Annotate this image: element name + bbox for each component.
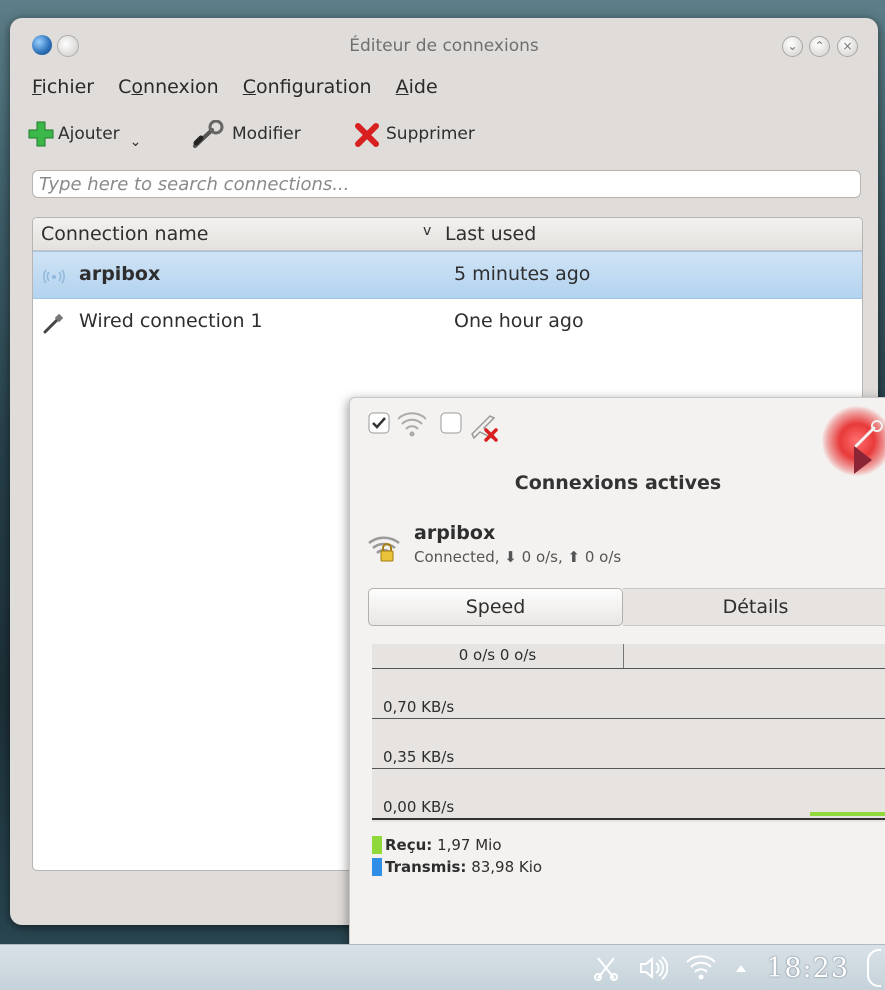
edit-button[interactable]: Modifier [192, 114, 301, 154]
active-connection-status: Connected, ⬇ 0 o/s, ⬆ 0 o/s [414, 548, 622, 566]
settings-wrench-icon[interactable] [850, 420, 885, 474]
close-button[interactable]: × [837, 36, 858, 57]
wrench-icon [193, 120, 224, 148]
taskbar: 18:23 [0, 944, 885, 990]
maximize-button[interactable]: ⌃ [809, 36, 830, 57]
sort-indicator: v [423, 223, 432, 239]
graph-label: 0,00 KB/s [383, 798, 455, 816]
wifi-secure-icon [367, 529, 403, 567]
system-tray: 18:23 [592, 949, 885, 987]
column-header-last-used[interactable]: Last used [445, 223, 536, 245]
menu-connexion[interactable]: Connexion [118, 76, 219, 98]
wifi-icon [398, 412, 426, 437]
graph-label: 0,70 KB/s [383, 698, 455, 716]
network-wifi-icon[interactable] [686, 955, 716, 981]
graph-baseline [372, 818, 885, 820]
active-connection-name[interactable]: arpibox [414, 522, 495, 544]
table-row[interactable]: arpibox 5 minutes ago [33, 251, 862, 299]
tab-speed[interactable]: Speed [368, 588, 623, 626]
column-header-name[interactable]: Connection name [41, 223, 208, 245]
desktop-toolbox-button[interactable] [867, 949, 881, 987]
delete-button[interactable]: Supprimer [354, 114, 475, 154]
table-row[interactable]: Wired connection 1 One hour ago [33, 299, 862, 345]
wireless-icon [43, 265, 65, 292]
traffic-graph: 0 o/s 0 o/s 0,70 KB/s 0,35 KB/s 0,00 KB/… [372, 644, 885, 822]
popup-tabs: Speed Détails [368, 588, 885, 626]
minimize-button[interactable]: ⌄ [782, 36, 803, 57]
search-input[interactable]: Type here to search connections... [32, 170, 861, 198]
menu-configuration[interactable]: Configuration [243, 76, 372, 98]
menu-bar: Fichier Connexion Configuration Aide [32, 76, 456, 108]
menu-fichier[interactable]: Fichier [32, 76, 94, 98]
window-title: Éditeur de connexions [349, 36, 539, 56]
graph-gridline [372, 668, 885, 669]
volume-icon[interactable] [638, 954, 669, 982]
tray-expand-icon[interactable] [734, 962, 748, 974]
title-bar[interactable]: Éditeur de connexions ⌄ ⌃ × [10, 18, 878, 74]
menu-aide[interactable]: Aide [396, 76, 438, 98]
connection-name: Wired connection 1 [79, 310, 263, 332]
networking-checkbox[interactable] [368, 412, 390, 434]
graph-gridline [372, 768, 885, 769]
airplane-mode-icon [471, 415, 498, 442]
popup-title: Connexions actives [514, 472, 722, 494]
wired-cable-icon [43, 312, 65, 339]
tab-details[interactable]: Détails [623, 588, 885, 626]
received-trace [810, 812, 885, 816]
transmitted-swatch [372, 858, 382, 876]
connection-last-used: 5 minutes ago [454, 263, 591, 285]
plus-icon [28, 121, 54, 147]
graph-label: 0,35 KB/s [383, 748, 455, 766]
scissors-clipboard-icon[interactable] [592, 954, 620, 982]
legend-received: Reçu: 1,97 Mio [372, 834, 542, 856]
connection-last-used: One hour ago [454, 310, 584, 332]
wireless-checkbox[interactable] [440, 412, 462, 434]
legend-transmitted: Transmis: 83,98 Kio [372, 856, 542, 878]
list-header: Connection name v Last used [33, 218, 862, 251]
active-connections-popup: Connexions actives arpibox Connected, ⬇ … [349, 397, 885, 959]
graph-header: 0 o/s 0 o/s [372, 644, 624, 669]
graph-gridline [372, 718, 885, 719]
received-swatch [372, 836, 382, 854]
add-button[interactable]: Ajouter ⌄ [28, 114, 141, 154]
connection-name: arpibox [79, 263, 161, 285]
chevron-down-icon[interactable]: ⌄ [130, 134, 142, 150]
traffic-legend: Reçu: 1,97 Mio Transmis: 83,98 Kio [372, 834, 542, 878]
clock[interactable]: 18:23 [766, 953, 849, 984]
delete-x-icon [355, 123, 379, 147]
